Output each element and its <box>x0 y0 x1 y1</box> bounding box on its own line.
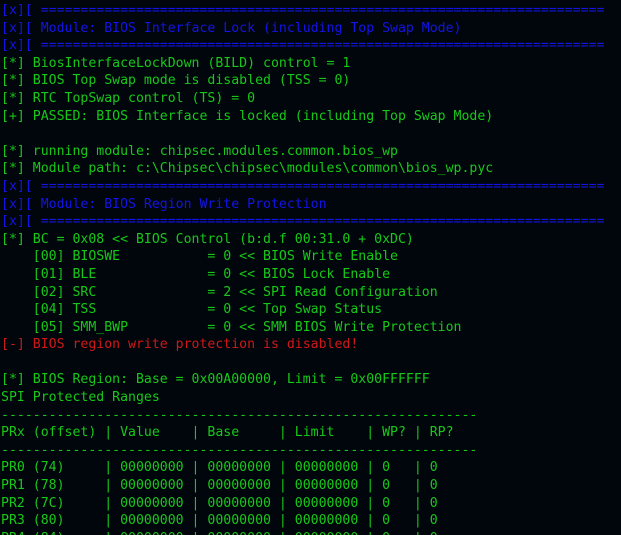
terminal-line: [x][ ===================================… <box>1 3 605 18</box>
terminal-line: [*] BIOS Top Swap mode is disabled (TSS … <box>1 73 351 89</box>
terminal-line: [05] SMM_BWP = 0 << SMM BIOS Write Prote… <box>1 319 462 335</box>
terminal-output-pane[interactable]: [x][ ===================================… <box>0 0 621 535</box>
terminal-line: [*] BiosInterfaceLockDown (BILD) control… <box>1 55 351 71</box>
terminal-line: [x][ ===================================… <box>1 214 605 230</box>
terminal-line: PR1 (78) | 00000000 | 00000000 | 0000000… <box>1 478 438 494</box>
terminal-line: ----------------------------------------… <box>1 442 478 458</box>
terminal-line: [04] TSS = 0 << Top Swap Status <box>1 302 383 318</box>
terminal-line: PRx (offset) | Value | Base | Limit | WP… <box>1 425 454 441</box>
terminal-line: [*] running module: chipsec.modules.comm… <box>1 143 398 159</box>
terminal-line: [x][ Module: BIOS Region Write Protectio… <box>1 196 327 212</box>
terminal-line: PR2 (7C) | 00000000 | 00000000 | 0000000… <box>1 495 438 511</box>
terminal-line: [x][ ===================================… <box>1 178 605 194</box>
terminal-line: [01] BLE = 0 << BIOS Lock Enable <box>1 266 391 282</box>
terminal-line: [00] BIOSWE = 0 << BIOS Write Enable <box>1 249 398 265</box>
terminal-line: [x][ ===================================… <box>1 38 605 54</box>
terminal-line: PR0 (74) | 00000000 | 00000000 | 0000000… <box>1 460 438 476</box>
terminal-line: [*] RTC TopSwap control (TS) = 0 <box>1 90 256 106</box>
terminal-line: PR4 (84) | 00000000 | 00000000 | 0000000… <box>1 530 621 535</box>
terminal-line: ----------------------------------------… <box>1 407 478 423</box>
terminal-line: [-] BIOS region write protection is disa… <box>1 337 359 353</box>
terminal-line: SPI Protected Ranges <box>1 390 160 406</box>
terminal-line: [x][ Module: BIOS Interface Lock (includ… <box>1 20 462 36</box>
terminal-line: [*] BC = 0x08 << BIOS Control (b:d.f 00:… <box>1 231 414 247</box>
terminal-line: [02] SRC = 2 << SPI Read Configuration <box>1 284 438 300</box>
terminal-line: PR3 (80) | 00000000 | 00000000 | 0000000… <box>1 513 438 529</box>
terminal-line: [*] BIOS Region: Base = 0x00A00000, Limi… <box>1 372 430 388</box>
terminal-line: [+] PASSED: BIOS Interface is locked (in… <box>1 108 494 124</box>
terminal-line: [*] Module path: c:\Chipsec\chipsec\modu… <box>1 161 494 177</box>
